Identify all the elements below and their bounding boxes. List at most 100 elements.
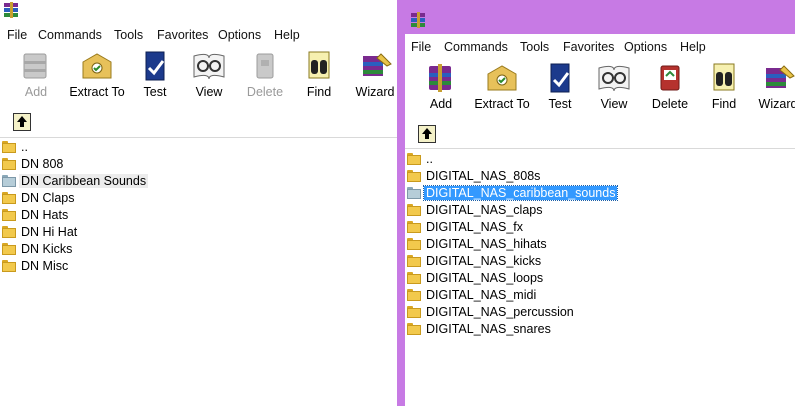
item-name: DN Caribbean Sounds [19,174,149,188]
tool-label: Extract To [69,85,125,99]
list-item[interactable]: DN Hi Hat [0,224,398,241]
find-button[interactable]: Find [703,60,745,116]
folder-icon [407,221,421,233]
list-item[interactable]: DIGITAL_NAS_808s [405,168,795,185]
item-name: DIGITAL_NAS_snares [426,322,551,336]
list-item[interactable]: DN Claps [0,190,398,207]
folder-icon [407,323,421,335]
wizard-button[interactable]: Wizard [753,60,795,116]
folder-icon [2,158,16,170]
wizard-icon [363,53,392,76]
menu-commands[interactable]: Commands [38,28,102,42]
extract-to-button[interactable]: Extract To [66,48,128,104]
menu-options[interactable]: Options [218,28,261,42]
menu-tools[interactable]: Tools [114,28,143,42]
test-icon [550,63,570,93]
folder-icon [407,204,421,216]
delete-icon [660,65,680,91]
menu-favorites[interactable]: Favorites [563,40,614,54]
test-button[interactable]: Test [539,60,581,116]
list-item[interactable]: DN Hats [0,207,398,224]
menu-file[interactable]: File [411,40,431,54]
item-name: DIGITAL_NAS_fx [426,220,524,234]
folder-icon [407,272,421,284]
menu-help[interactable]: Help [680,40,706,54]
item-name: DN Misc [21,259,69,273]
title-bar[interactable] [0,0,398,24]
title-bar[interactable] [397,0,795,34]
folder-icon [407,187,421,199]
folder-icon [407,170,421,182]
item-name: DIGITAL_NAS_hihats [426,237,547,251]
menu-favorites[interactable]: Favorites [157,28,208,42]
menu-options[interactable]: Options [624,40,667,54]
test-button[interactable]: Test [134,48,176,104]
list-item[interactable]: .. [405,151,795,168]
item-name: .. [21,140,28,154]
find-icon [308,51,330,79]
list-item[interactable]: DIGITAL_NAS_percussion [405,304,795,321]
winrar-app-icon[interactable] [3,2,19,18]
tool-label: Test [143,85,167,99]
up-one-level-button[interactable] [13,113,31,131]
menu-bar: File Commands Tools Favorites Options He… [405,37,795,57]
menu-help[interactable]: Help [274,28,300,42]
list-item[interactable]: DIGITAL_NAS_kicks [405,253,795,270]
menu-file[interactable]: File [7,28,27,42]
extract-to-button[interactable]: Extract To [471,60,533,116]
item-name: DIGITAL_NAS_kicks [426,254,542,268]
list-item[interactable]: DN Kicks [0,241,398,258]
list-item-selected[interactable]: DIGITAL_NAS_caribbean_sounds [405,185,795,202]
view-icon [193,53,225,80]
menu-tools[interactable]: Tools [520,40,549,54]
item-name: DIGITAL_NAS_caribbean_sounds [422,185,619,201]
list-item[interactable]: DIGITAL_NAS_midi [405,287,795,304]
add-button[interactable]: Add [12,48,60,104]
item-name: DN 808 [21,157,64,171]
delete-button[interactable]: Delete [242,48,288,104]
toolbar: Add Extract To Test View Delete Find Wiz… [0,48,398,104]
view-button[interactable]: View [186,48,232,104]
list-item[interactable]: DN 808 [0,156,398,173]
add-archive-icon [429,64,451,92]
winrar-app-icon[interactable] [410,12,426,28]
list-item[interactable]: .. [0,139,398,156]
item-name: DN Kicks [21,242,73,256]
tool-label: Delete [246,85,284,99]
item-name: DIGITAL_NAS_percussion [426,305,574,319]
list-item[interactable]: DN Caribbean Sounds [0,173,398,190]
item-name: DN Hi Hat [21,225,78,239]
file-list: .. DIGITAL_NAS_808s DIGITAL_NAS_caribbea… [405,151,795,338]
add-button[interactable]: Add [417,60,465,116]
menu-commands[interactable]: Commands [444,40,508,54]
tool-label: Extract To [474,97,530,111]
up-one-level-button[interactable] [418,125,436,143]
list-item[interactable]: DIGITAL_NAS_hihats [405,236,795,253]
add-archive-icon [23,53,47,79]
test-icon [145,51,165,81]
winrar-window-left: File Commands Tools Favorites Options He… [0,0,398,406]
divider [405,148,795,149]
view-icon [598,65,630,92]
folder-icon [407,255,421,267]
find-button[interactable]: Find [298,48,340,104]
wizard-icon [766,65,795,88]
view-button[interactable]: View [591,60,637,116]
delete-button[interactable]: Delete [647,60,693,116]
extract-to-icon [82,53,112,79]
divider [0,137,398,138]
list-item[interactable]: DIGITAL_NAS_fx [405,219,795,236]
list-item[interactable]: DN Misc [0,258,398,275]
folder-icon [2,141,16,153]
find-icon [713,63,735,91]
tool-label: Wizard [355,85,395,99]
client-area: File Commands Tools Favorites Options He… [405,34,795,406]
list-item[interactable]: DIGITAL_NAS_claps [405,202,795,219]
list-item[interactable]: DIGITAL_NAS_loops [405,270,795,287]
list-item[interactable]: DIGITAL_NAS_snares [405,321,795,338]
file-list: .. DN 808 DN Caribbean Sounds DN Claps D… [0,139,398,275]
folder-icon [2,260,16,272]
tool-label: Test [548,97,572,111]
wizard-button[interactable]: Wizard [350,48,398,104]
folder-icon [407,306,421,318]
